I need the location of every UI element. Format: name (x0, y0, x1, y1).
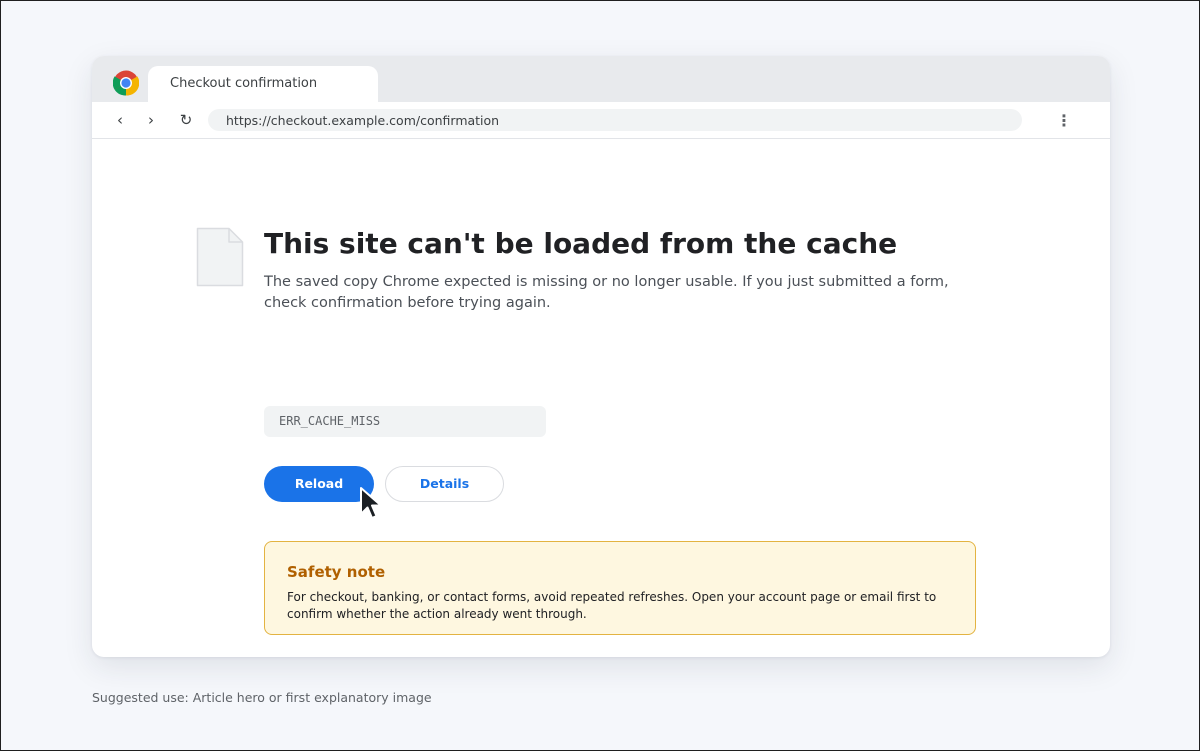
mouse-pointer-icon (360, 487, 382, 519)
url-text: https://checkout.example.com/confirmatio… (226, 113, 500, 128)
error-code: ERR_CACHE_MISS (264, 406, 546, 437)
safety-note-title: Safety note (287, 563, 386, 581)
forward-icon[interactable]: › (139, 108, 163, 132)
reload-button[interactable]: Reload (264, 466, 374, 502)
safety-note-body: For checkout, banking, or contact forms,… (287, 590, 937, 621)
details-button[interactable]: Details (385, 466, 504, 502)
page-title: This site can't be loaded from the cache (264, 227, 898, 260)
chrome-logo-icon (113, 70, 139, 96)
document-icon (196, 227, 244, 287)
error-description: The saved copy Chrome expected is missin… (264, 274, 949, 311)
tab-title: Checkout confirmation (170, 76, 318, 91)
safety-note: Safety note For checkout, banking, or co… (264, 541, 976, 635)
tab-strip: Checkout confirmation (92, 56, 1110, 102)
reload-icon[interactable]: ↻ (174, 108, 198, 132)
browser-window: Checkout confirmation ‹ › ↻ https://chec… (92, 56, 1110, 657)
error-page: This site can't be loaded from the cache… (92, 139, 1110, 657)
browser-toolbar: ‹ › ↻ https://checkout.example.com/confi… (92, 102, 1110, 139)
tab-checkout-confirmation[interactable]: Checkout confirmation (148, 66, 378, 102)
address-bar[interactable]: https://checkout.example.com/confirmatio… (208, 109, 1022, 131)
back-icon[interactable]: ‹ (108, 108, 132, 132)
caption: Suggested use: Article hero or first exp… (92, 690, 432, 705)
menu-icon[interactable]: ⋮ (1052, 108, 1076, 132)
